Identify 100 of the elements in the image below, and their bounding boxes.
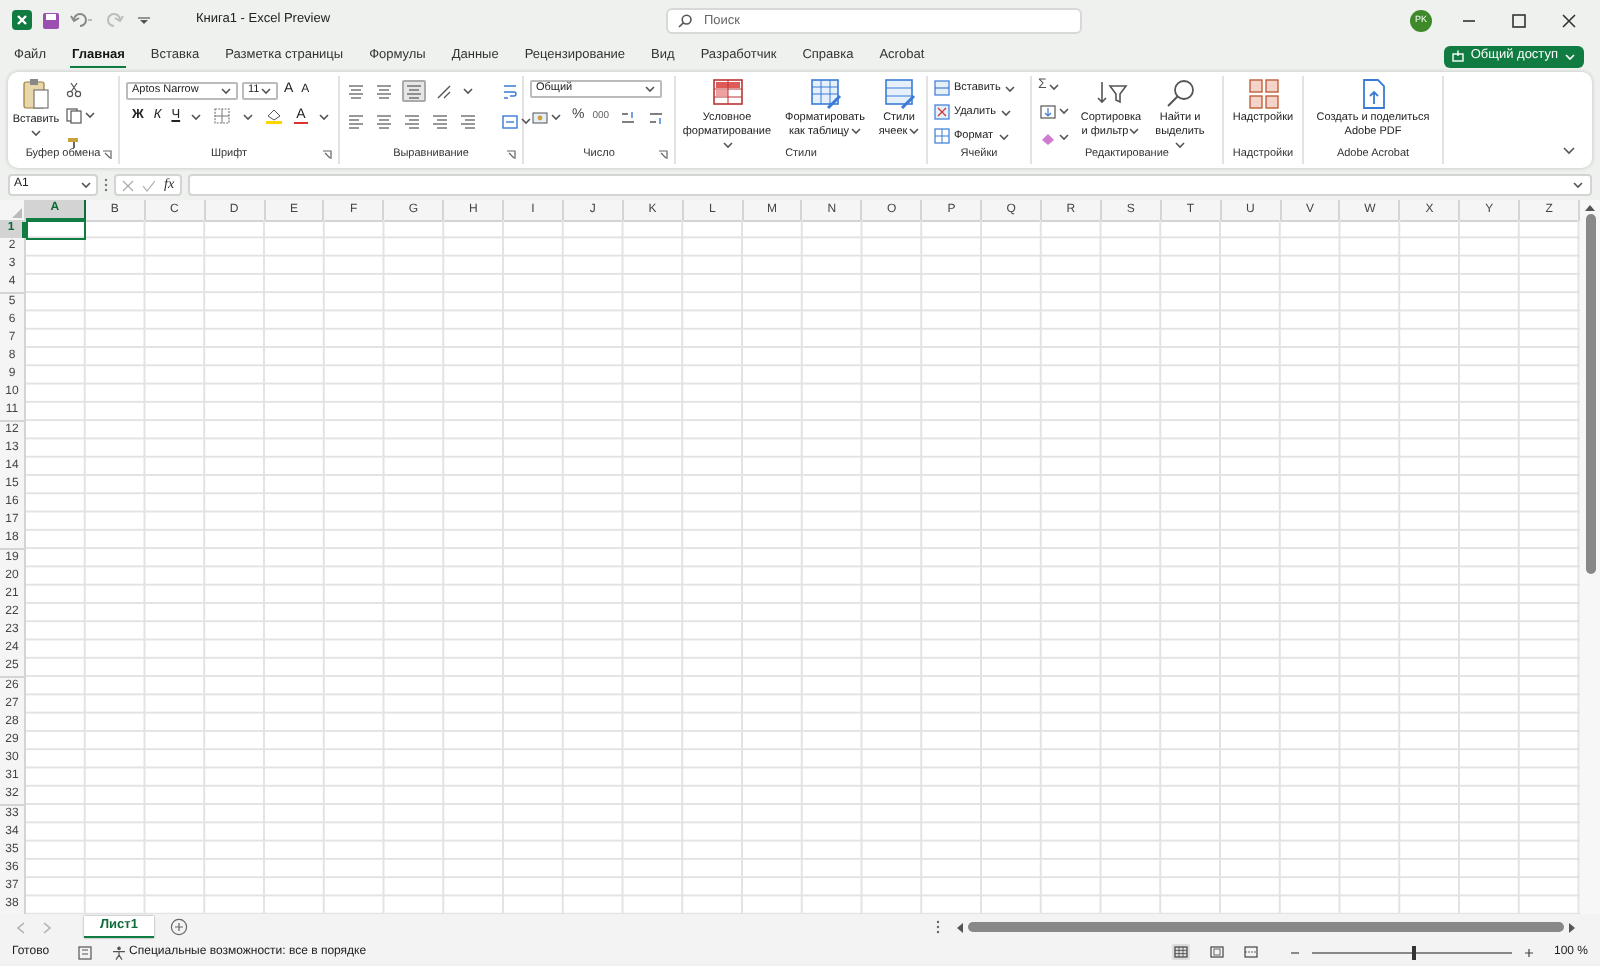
previous-sheet-icon[interactable] (16, 921, 26, 934)
orientation-icon (436, 83, 452, 99)
collapse-ribbon-icon[interactable] (1562, 146, 1576, 156)
document-share-icon (1357, 78, 1389, 110)
caret-icon (220, 85, 232, 96)
maximize-icon[interactable] (1512, 13, 1526, 27)
align-center-icon (376, 113, 392, 129)
cell-styles-icon (883, 78, 915, 110)
scrollbar-thumb[interactable] (968, 922, 1564, 933)
decrease-indent-button[interactable] (430, 110, 450, 132)
caret-icon (1128, 126, 1141, 137)
page-break-icon[interactable] (1243, 946, 1258, 959)
launcher-icon[interactable] (102, 150, 112, 160)
search-icon (1164, 78, 1196, 110)
copy-icon (66, 107, 82, 123)
merge-icon (502, 113, 518, 129)
caret-icon (84, 110, 96, 120)
normal-view-button[interactable] (1171, 944, 1190, 961)
page-layout-icon[interactable] (1209, 946, 1224, 959)
scroll-left-icon (956, 921, 964, 934)
enter-icon[interactable] (142, 179, 156, 191)
active-cell[interactable] (26, 220, 86, 240)
borders-button[interactable] (212, 105, 233, 127)
fill-color-button[interactable] (264, 105, 285, 127)
currency-button[interactable] (530, 106, 564, 128)
caret-icon (520, 116, 532, 126)
share-icon (1452, 50, 1465, 62)
caret-icon (1058, 132, 1070, 142)
align-bottom-button[interactable] (402, 80, 426, 102)
caret-icon (1048, 82, 1061, 92)
launcher-icon[interactable] (506, 150, 516, 160)
expand-icon (1572, 180, 1584, 190)
caret-icon (849, 126, 862, 137)
caret-icon (30, 128, 42, 139)
align-left-button[interactable] (346, 110, 366, 132)
grid-squares-icon (1247, 78, 1279, 110)
caret-icon (260, 85, 272, 96)
fill-button[interactable] (1038, 100, 1072, 122)
scroll-right-icon (1568, 921, 1576, 934)
launcher-icon[interactable] (322, 150, 332, 160)
delete-cells-icon (934, 104, 950, 120)
caret-icon (1000, 107, 1012, 117)
grid-view-icon (1173, 946, 1188, 959)
fill-color-icon (266, 108, 283, 124)
caret-icon (550, 112, 562, 122)
align-right-icon (404, 113, 420, 129)
caret-icon (1174, 140, 1186, 151)
cut-icon (66, 81, 82, 97)
cancel-icon[interactable] (122, 179, 134, 191)
redo-icon[interactable] (104, 12, 128, 28)
merge-button[interactable] (500, 110, 534, 132)
align-center-button[interactable] (374, 110, 394, 132)
align-bottom-icon (406, 83, 422, 99)
next-sheet-icon[interactable] (42, 921, 52, 934)
caret-icon (1004, 83, 1017, 93)
launcher-icon[interactable] (658, 150, 668, 160)
increase-indent-button[interactable] (458, 110, 478, 132)
caret-icon (317, 111, 330, 121)
format-cells-icon (934, 128, 950, 144)
formula-input[interactable] (188, 174, 1592, 196)
insert-cells-icon (934, 80, 950, 96)
caret-icon (1564, 51, 1576, 61)
caret-icon (462, 86, 474, 96)
clipboard-icon (22, 78, 50, 110)
align-middle-icon (376, 83, 392, 99)
conditional-format-icon (711, 78, 743, 110)
decrease-decimal-icon (647, 109, 664, 125)
caret-icon (1058, 106, 1070, 116)
align-middle-button[interactable] (374, 80, 394, 102)
align-top-button[interactable] (346, 80, 366, 102)
copy-button[interactable] (64, 104, 98, 126)
excel-logo-icon (12, 10, 32, 30)
increase-decimal-button[interactable] (617, 106, 638, 128)
caret-icon (907, 126, 920, 137)
borders-icon (214, 108, 231, 124)
add-sheet-icon[interactable] (169, 918, 188, 937)
currency-icon (532, 109, 548, 125)
scrollbar-thumb[interactable] (1585, 214, 1595, 574)
accessibility-icon (111, 945, 126, 960)
search-icon (678, 13, 692, 27)
align-right-button[interactable] (402, 110, 422, 132)
zoom-out-icon[interactable] (1289, 947, 1300, 958)
caret-icon (997, 131, 1010, 141)
orientation-button[interactable] (434, 80, 454, 102)
format-painter-icon (66, 133, 82, 149)
zoom-in-icon[interactable] (1523, 947, 1534, 958)
customize-icon[interactable] (138, 15, 150, 25)
macro-icon[interactable] (77, 945, 92, 960)
increase-indent-icon (460, 113, 476, 129)
slider-thumb[interactable] (1411, 945, 1416, 960)
save-icon[interactable] (42, 11, 60, 29)
clear-icon (1040, 129, 1056, 145)
decrease-indent-icon (432, 113, 448, 129)
vertical-scrollbar[interactable] (1580, 200, 1600, 915)
undo-icon[interactable] (70, 12, 94, 28)
close-icon[interactable] (1562, 13, 1576, 27)
horizontal-scrollbar[interactable] (956, 918, 1576, 937)
caret-icon (190, 111, 203, 121)
caret-icon (644, 84, 656, 94)
format-table-icon (809, 78, 841, 110)
